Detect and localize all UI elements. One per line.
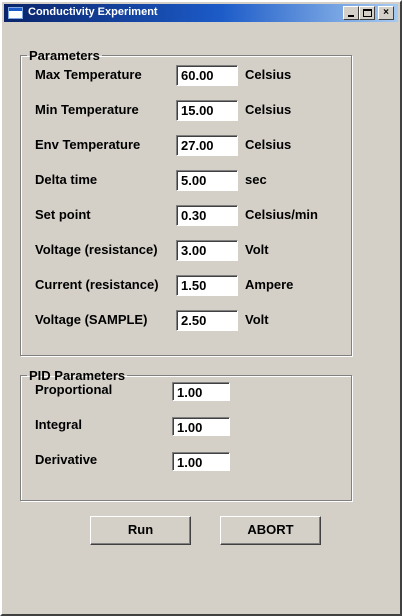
env-temperature-unit: Celsius (245, 137, 292, 152)
env-temperature-input[interactable]: 27.00 (176, 135, 238, 156)
set-point-label: Set point (35, 207, 91, 222)
proportional-label: Proportional (35, 382, 113, 397)
abort-button[interactable]: ABORT (220, 516, 321, 545)
delta-time-label: Delta time (35, 172, 98, 187)
proportional-input[interactable]: 1.00 (172, 382, 230, 401)
voltage-resistance-unit: Volt (245, 242, 269, 257)
minimize-icon (348, 15, 354, 17)
maximize-button[interactable] (359, 6, 375, 20)
min-temperature-input[interactable]: 15.00 (176, 100, 238, 121)
pid-parameters-legend: PID Parameters (29, 368, 126, 383)
set-point-input[interactable]: 0.30 (176, 205, 238, 226)
close-icon: × (383, 7, 389, 18)
current-resistance-label: Current (resistance) (35, 277, 159, 292)
min-temperature-label: Min Temperature (35, 102, 139, 117)
voltage-resistance-input[interactable]: 3.00 (176, 240, 238, 261)
current-resistance-input[interactable]: 1.50 (176, 275, 238, 296)
integral-label: Integral (35, 417, 82, 432)
voltage-sample-label: Voltage (SAMPLE) (35, 312, 148, 327)
voltage-sample-input[interactable]: 2.50 (176, 310, 238, 331)
run-button[interactable]: Run (90, 516, 191, 545)
delta-time-unit: sec (245, 172, 267, 187)
title-bar[interactable]: Conductivity Experiment × (4, 4, 398, 22)
min-temperature-unit: Celsius (245, 102, 292, 117)
maximize-icon (363, 9, 372, 17)
app-window-icon (8, 7, 23, 19)
env-temperature-label: Env Temperature (35, 137, 141, 152)
window-title: Conductivity Experiment (28, 6, 158, 18)
voltage-sample-unit: Volt (245, 312, 269, 327)
close-button[interactable]: × (378, 6, 394, 20)
integral-input[interactable]: 1.00 (172, 417, 230, 436)
current-resistance-unit: Ampere (245, 277, 294, 292)
main-window: Conductivity Experiment × Parameters Max… (0, 0, 402, 616)
voltage-resistance-label: Voltage (resistance) (35, 242, 158, 257)
set-point-unit: Celsius/min (245, 207, 318, 222)
derivative-input[interactable]: 1.00 (172, 452, 230, 471)
delta-time-input[interactable]: 5.00 (176, 170, 238, 191)
max-temperature-unit: Celsius (245, 67, 292, 82)
max-temperature-label: Max Temperature (35, 67, 142, 82)
max-temperature-input[interactable]: 60.00 (176, 65, 238, 86)
parameters-legend: Parameters (29, 48, 100, 63)
derivative-label: Derivative (35, 452, 98, 467)
minimize-button[interactable] (343, 6, 359, 20)
